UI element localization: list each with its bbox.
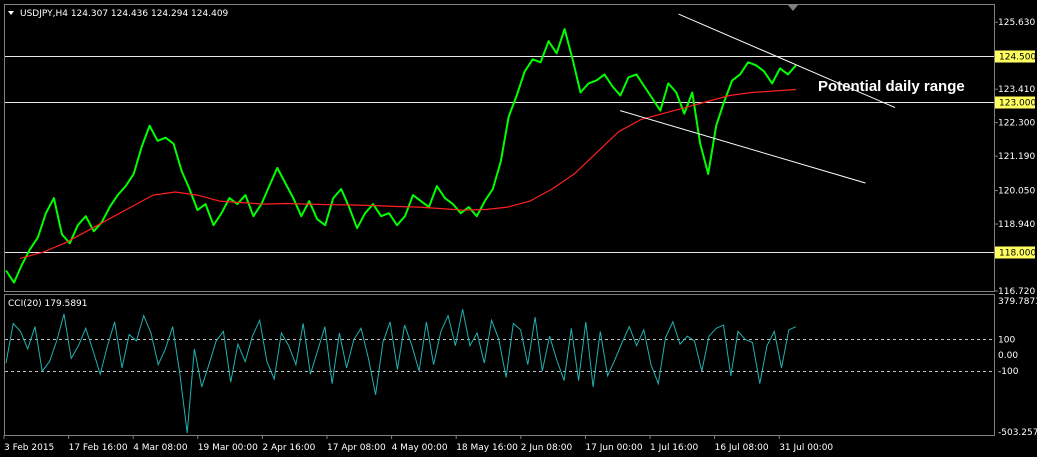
x-tick-label: 2 Jun 08:00 [521, 443, 573, 453]
indicator-y-tick-label: -100 [998, 367, 1019, 377]
indicator-y-tick-label: -503.2579 [998, 428, 1037, 438]
level-label: 124.500 [999, 53, 1036, 63]
price-y-tick-label: 122.300 [998, 119, 1035, 129]
scroll-marker-icon[interactable] [788, 5, 798, 11]
price-y-tick-label: 125.630 [998, 18, 1035, 28]
chevron-down-icon[interactable] [8, 11, 14, 15]
x-tick-label: 4 May 00:00 [392, 443, 448, 453]
x-tick-label: 17 Feb 16:00 [69, 443, 128, 453]
x-tick-label: 18 May 16:00 [456, 443, 518, 453]
channel-line[interactable] [620, 110, 866, 184]
x-axis: 3 Feb 2015 17 Feb 16:00 4 Mar 08:00 19 Mar … [3, 435, 833, 453]
price-y-tick-label: 123.410 [998, 85, 1035, 95]
indicator-y-tick-label: 0.00 [998, 351, 1018, 361]
price-panel-frame [4, 4, 995, 292]
price-y-tick-label: 118.940 [998, 220, 1035, 230]
x-tick-label: 3 Feb 2015 [4, 443, 54, 453]
price-chart[interactable]: USDJPY,H4 124.307 124.436 124.294 124.40… [0, 0, 1037, 457]
indicator-y-tick-label: 379.7873 [998, 297, 1037, 307]
indicator-header: CCI(20) 179.5891 [8, 299, 88, 309]
x-tick-label: 17 Apr 08:00 [327, 443, 386, 453]
x-tick-label: 16 Jul 08:00 [715, 443, 769, 453]
x-tick-label: 31 Jul 00:00 [779, 443, 833, 453]
x-tick-label: 19 Mar 00:00 [198, 443, 258, 453]
indicator-y-tick-label: 100 [998, 335, 1015, 345]
price-y-tick-label: 116.720 [998, 287, 1035, 297]
x-tick-label: 2 Apr 16:00 [262, 443, 315, 453]
x-tick-label: 1 Jul 16:00 [650, 443, 699, 453]
price-y-tick-label: 120.050 [998, 187, 1035, 197]
indicator-panel-frame [4, 294, 995, 436]
annotation-potential-daily-range[interactable]: Potential daily range [818, 78, 965, 95]
price-series-group [5, 28, 797, 284]
level-label: 123.000 [999, 99, 1036, 109]
x-tick-label: 4 Mar 08:00 [133, 443, 188, 453]
symbol-header: USDJPY,H4 124.307 124.436 124.294 124.40… [20, 9, 229, 19]
channel-lines[interactable] [620, 13, 896, 184]
price-y-tick-label: 121.190 [998, 152, 1035, 162]
level-label: 118.000 [999, 249, 1036, 259]
x-tick-label: 17 Jun 00:00 [585, 443, 642, 453]
indicator-y-axis: 379.7873 100 0.00 -100 -503.2579 [998, 297, 1037, 438]
price-line [5, 28, 797, 284]
moving-average-line [19, 88, 797, 259]
